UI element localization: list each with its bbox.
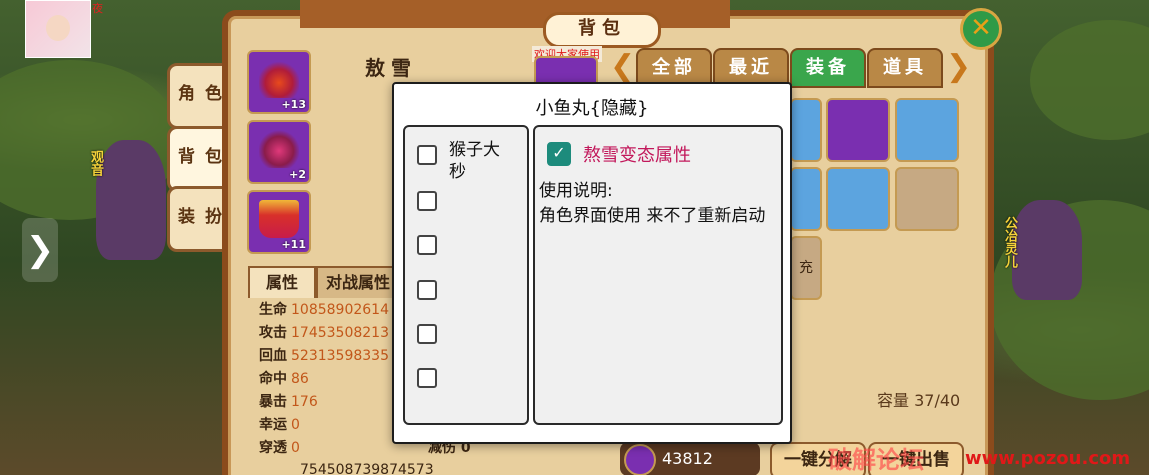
checkbox[interactable] [417, 235, 437, 255]
winged-crown-icon[interactable] [826, 98, 890, 162]
tree-foliage [1030, 20, 1149, 140]
capacity-label: 容量 37/40 [877, 391, 961, 410]
panel-title-bar [300, 0, 730, 28]
enhance-level: +11 [281, 238, 306, 251]
detail-title: 熬雪变态属性 [583, 145, 691, 166]
stat-row: 攻击 17453508213 [259, 325, 389, 341]
tab-attributes[interactable]: 属性 [248, 266, 316, 298]
checkbox[interactable] [417, 191, 437, 211]
stat-row: 生命 10858902614 [259, 302, 389, 318]
detail-description: 使用说明: 角色界面使用 来不了重新启动 [539, 181, 766, 226]
checkbox[interactable] [417, 324, 437, 344]
list-item[interactable] [417, 280, 437, 300]
category-prev-arrow-icon[interactable]: ❮ [610, 52, 635, 84]
list-item[interactable] [417, 324, 437, 344]
panel-title: 背包 [543, 12, 661, 48]
list-item[interactable]: 猴子大秒 [417, 140, 511, 183]
corner-text: 夜 [92, 2, 103, 15]
dialog-title: 小鱼丸{隐藏} [535, 98, 649, 119]
list-item[interactable] [417, 191, 437, 211]
check-icon[interactable]: ✓ [547, 142, 571, 166]
npc-name: 观音 [88, 150, 103, 176]
blade-icon[interactable] [790, 98, 822, 162]
boot-icon[interactable] [895, 98, 959, 162]
tab-equipment[interactable]: 装备 [790, 48, 866, 88]
tab-battle-attributes[interactable]: 对战属性 [316, 266, 400, 298]
stat-row: 回血 52313598335 [259, 348, 389, 364]
gem-icon [624, 443, 656, 475]
partial-button[interactable]: 充 [790, 236, 822, 300]
stat-row: 穿透 0 [259, 440, 300, 456]
currency-amount: 43812 [662, 449, 713, 468]
robe-icon [259, 200, 299, 238]
armor-icon [259, 130, 299, 168]
equip-slot-armor[interactable]: +2 [247, 120, 311, 184]
character-name: 敖雪 [365, 56, 417, 80]
detail-option[interactable]: ✓ 熬雪变态属性 [547, 141, 691, 167]
stat-row: 暴击 176 [259, 394, 318, 410]
shoe-icon[interactable] [826, 167, 890, 231]
npc-name: 公冶灵儿 [1002, 216, 1017, 268]
enhance-level: +2 [289, 168, 306, 181]
npc-character[interactable] [96, 140, 166, 260]
currency-display: 43812 [620, 442, 760, 475]
npc-character[interactable] [1012, 200, 1082, 300]
scroll-left-arrow-icon[interactable]: ❯ [22, 218, 58, 282]
watermark-cn: 破解论坛 [828, 446, 924, 474]
equip-slot-robe[interactable]: +11 [247, 190, 311, 254]
list-item[interactable] [417, 235, 437, 255]
stat-row: 命中 86 [259, 371, 309, 387]
staff-icon[interactable] [790, 167, 822, 231]
detail-panel: ✓ 熬雪变态属性 使用说明: 角色界面使用 来不了重新启动 [533, 125, 783, 425]
checkbox[interactable] [417, 368, 437, 388]
checkbox[interactable] [417, 280, 437, 300]
tab-items[interactable]: 道具 [867, 48, 943, 88]
close-icon[interactable]: ✕ [960, 8, 1002, 50]
enhance-level: +13 [281, 98, 306, 111]
cheat-menu-dialog: 小鱼丸{隐藏} 猴子大秒 ✓ 熬雪变态属性 使用说明: 角色界面使用 来不了重新… [392, 82, 792, 444]
category-next-arrow-icon[interactable]: ❯ [946, 52, 971, 84]
equip-slot-helmet[interactable]: +13 [247, 50, 311, 114]
list-item[interactable] [417, 368, 437, 388]
checkbox[interactable] [417, 145, 437, 165]
power-value: 754508739874573 [300, 462, 434, 475]
list-item-label: 猴子大秒 [449, 140, 500, 182]
empty-slot-icon[interactable] [895, 167, 959, 231]
option-list: 猴子大秒 [403, 125, 529, 425]
winged-crown-icon [259, 60, 299, 98]
stat-row: 幸运 0 [259, 417, 300, 433]
player-avatar[interactable] [25, 0, 91, 58]
watermark-url: www.pozou.com [965, 448, 1131, 469]
